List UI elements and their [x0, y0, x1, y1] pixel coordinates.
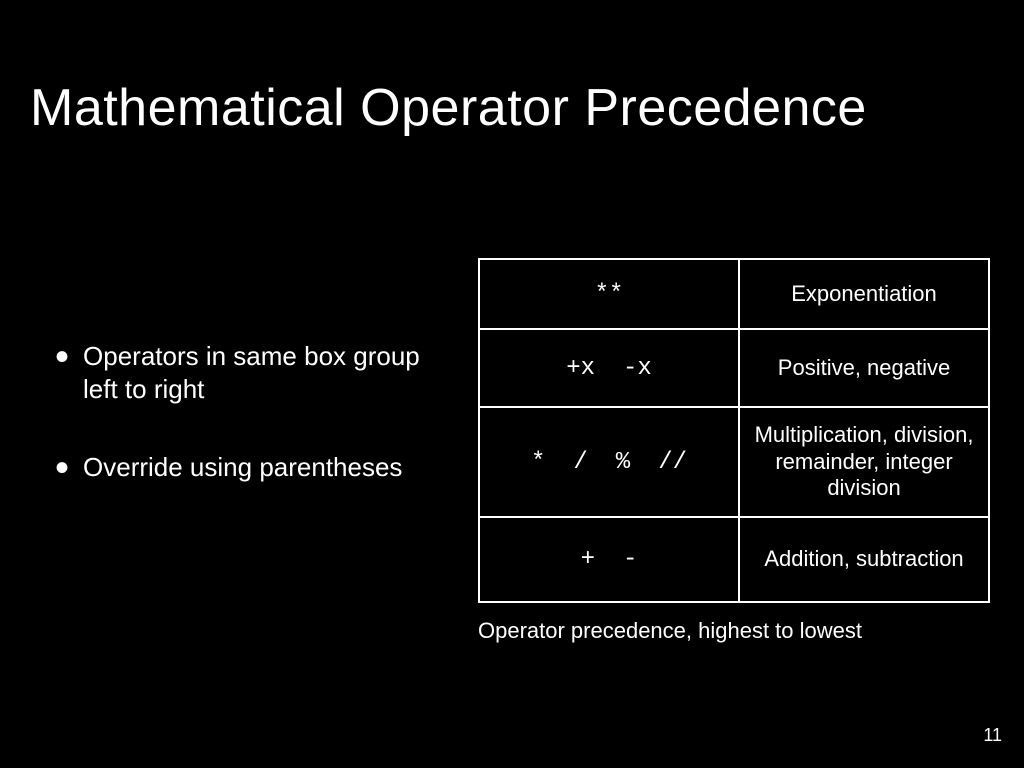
description-cell: Positive, negative [739, 329, 989, 407]
description-cell: Exponentiation [739, 259, 989, 329]
operator-token: % [616, 449, 630, 476]
bullet-list: • Operators in same box group left to ri… [55, 340, 455, 530]
operator-token: ** [595, 281, 624, 308]
bullet-icon: • [55, 346, 69, 368]
table-row: ** Exponentiation [479, 259, 989, 329]
operator-token: -x [623, 355, 652, 382]
bullet-icon: • [55, 457, 69, 479]
table-row: * / % // Multiplication, division, remai… [479, 407, 989, 517]
operator-cell: + - [479, 517, 739, 602]
table-row: +x -x Positive, negative [479, 329, 989, 407]
operator-token: / [573, 449, 587, 476]
description-cell: Multiplication, division, remainder, int… [739, 407, 989, 517]
operator-token: // [658, 449, 687, 476]
operator-cell: ** [479, 259, 739, 329]
list-item: • Override using parentheses [55, 451, 455, 484]
slide: Mathematical Operator Precedence • Opera… [0, 0, 1024, 768]
operator-cell: +x -x [479, 329, 739, 407]
description-cell: Addition, subtraction [739, 517, 989, 602]
page-number: 11 [983, 725, 1002, 746]
operator-token: + [581, 546, 595, 573]
table-row: + - Addition, subtraction [479, 517, 989, 602]
operator-token: * [531, 449, 545, 476]
table-caption: Operator precedence, highest to lowest [478, 618, 998, 644]
operator-cell: * / % // [479, 407, 739, 517]
list-item: • Operators in same box group left to ri… [55, 340, 455, 405]
bullet-text: Override using parentheses [83, 451, 402, 484]
bullet-text: Operators in same box group left to righ… [83, 340, 455, 405]
operator-token: +x [566, 355, 595, 382]
slide-title: Mathematical Operator Precedence [30, 78, 994, 138]
operator-token: - [623, 546, 637, 573]
precedence-table: ** Exponentiation +x -x Positive, negati… [478, 258, 990, 603]
